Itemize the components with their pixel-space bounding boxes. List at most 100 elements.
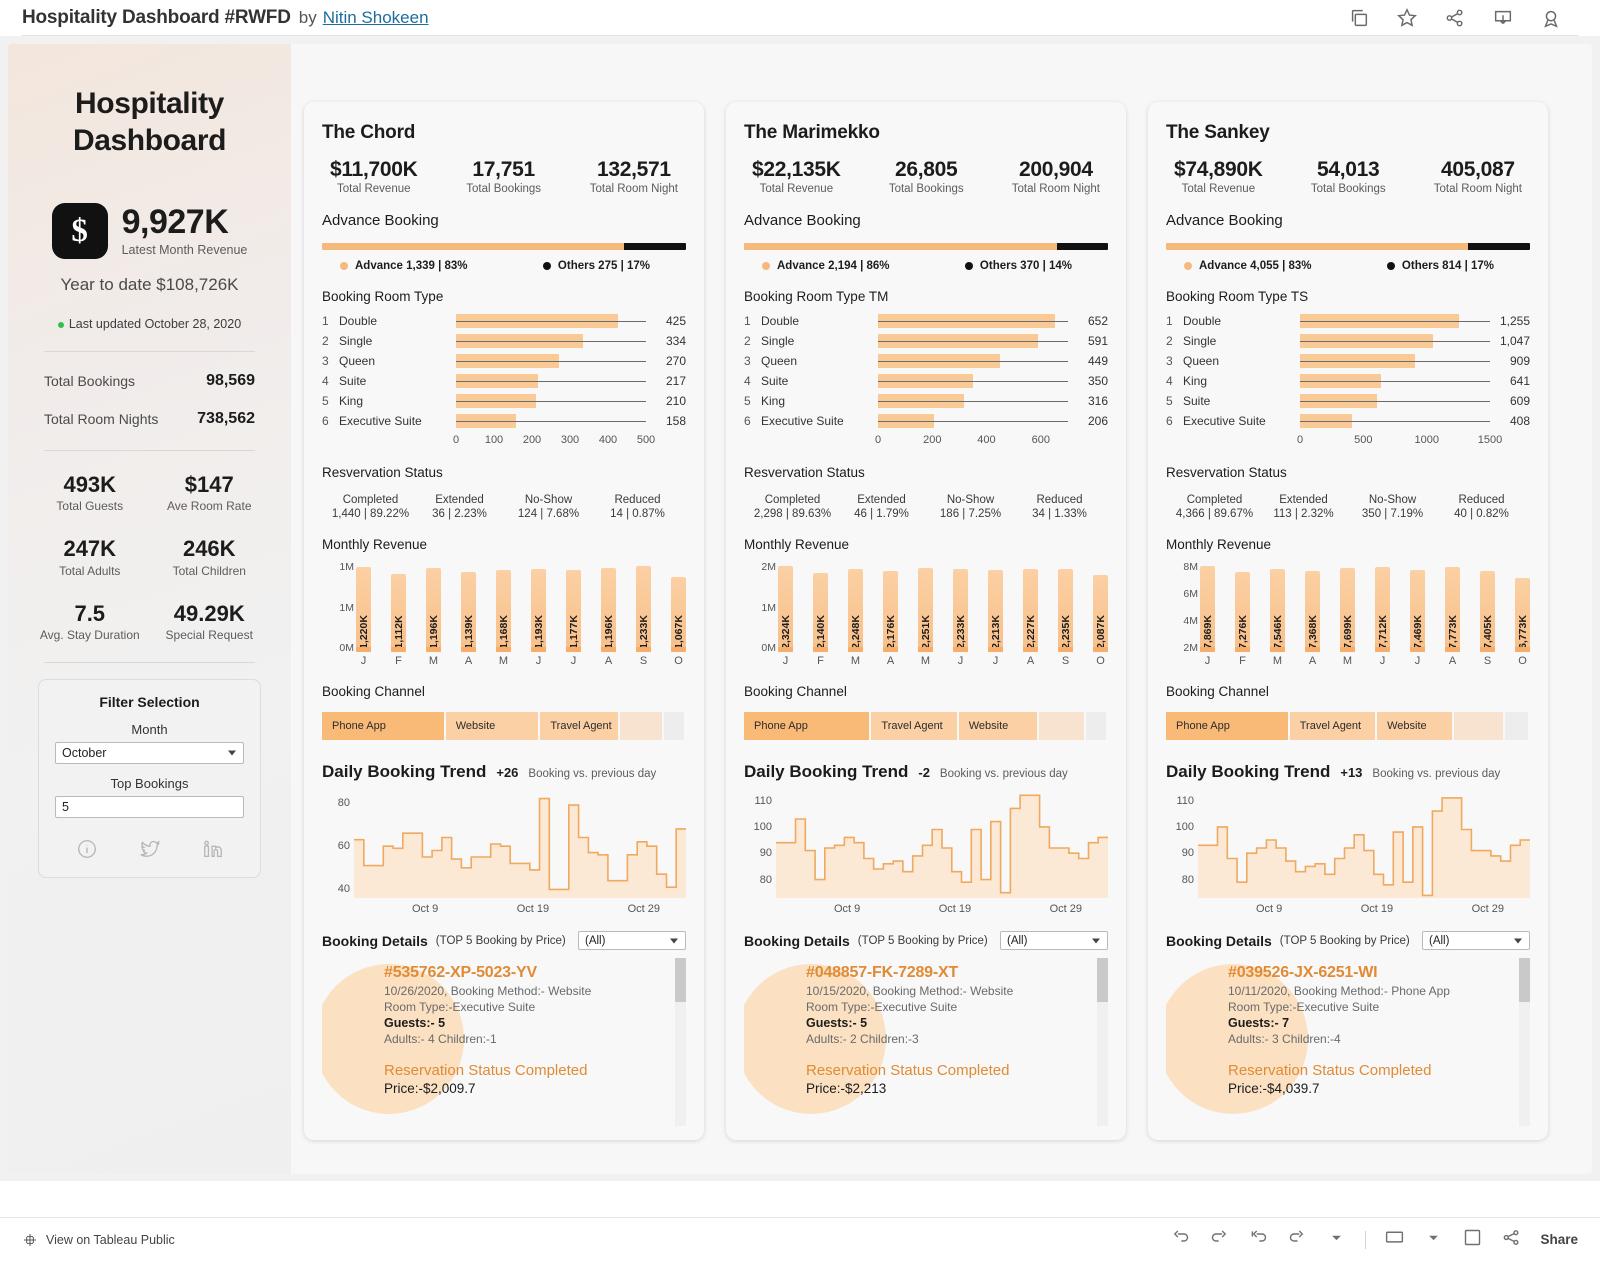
refresh-icon[interactable]: [1287, 1227, 1308, 1253]
rail-tile: 247K Total Adults: [30, 537, 150, 578]
advance-legend-dot-icon: [1184, 262, 1192, 270]
status-dot-icon: [57, 321, 64, 328]
room-type-row: 6 Executive Suite 158: [322, 411, 686, 431]
room-type-bar-track: [456, 371, 646, 391]
rail-row-total-room-nights: Total Room Nights 738,562: [30, 410, 269, 428]
device-icon[interactable]: [1384, 1227, 1405, 1253]
trend-axis-tick: 110: [754, 794, 772, 807]
reservation-status-cell: No-Show 124 | 7.68%: [504, 494, 593, 520]
booking-details-filter-select[interactable]: (All): [1000, 931, 1108, 950]
scrollbar-thumb[interactable]: [1519, 958, 1530, 1002]
booking-detail-card: #535762-XP-5023-YV 10/26/2020, Booking M…: [322, 958, 686, 1096]
panel-kpi-value: $11,700K: [330, 158, 418, 181]
panel-kpi-value: 405,087: [1440, 158, 1515, 181]
download-icon[interactable]: [1492, 7, 1514, 29]
monthly-revenue-bar: 7,869K: [1200, 565, 1215, 653]
view-on-tableau-public[interactable]: View on Tableau Public: [22, 1232, 175, 1248]
filter-selection-card: Filter Selection Month October Top Booki…: [38, 678, 261, 878]
monthly-revenue-column: 1,196K: [426, 564, 441, 652]
reservation-status-cell: No-Show 350 | 7.19%: [1348, 494, 1437, 520]
monthly-revenue-label: 7,405K: [1481, 615, 1494, 649]
booking-status: Reservation Status Completed: [806, 1062, 1010, 1079]
monthly-revenue-bar: 6,773K: [1515, 577, 1530, 653]
twitter-icon[interactable]: [139, 838, 161, 865]
award-icon[interactable]: [1540, 7, 1562, 29]
room-type-bar-line: [456, 360, 559, 362]
panel-kpi-label: Total Room Night: [589, 183, 678, 195]
booking-channel-segment[interactable]: Website: [958, 712, 1039, 740]
fullscreen-icon[interactable]: [1462, 1227, 1483, 1253]
trend-x-label: Oct 19: [938, 903, 972, 915]
trend-axis-tick: 100: [753, 820, 772, 833]
panel-kpi-value: 200,904: [1018, 158, 1093, 181]
booking-channel-segment[interactable]: [1453, 712, 1505, 740]
daily-booking-trend-title: Daily Booking Trend: [1166, 762, 1331, 781]
booking-channel-segment[interactable]: [620, 712, 665, 740]
daily-booking-trend-header: Daily Booking Trend +26 Booking vs. prev…: [322, 762, 686, 782]
reservation-status-grid: Completed 2,298 | 89.63% Extended 46 | 1…: [744, 494, 1108, 520]
info-icon[interactable]: [76, 838, 98, 865]
month-filter-select[interactable]: October: [55, 741, 244, 764]
room-type-axis-tick: 300: [560, 434, 580, 446]
scrollbar-thumb[interactable]: [675, 958, 686, 1002]
booking-channel-segment[interactable]: [664, 712, 686, 740]
trend-x-label: Oct 9: [834, 903, 861, 915]
linkedin-icon[interactable]: [202, 838, 224, 865]
booking-channel-segment[interactable]: Travel Agent: [540, 712, 621, 740]
device-caret-icon[interactable]: [1423, 1227, 1444, 1253]
star-icon[interactable]: [1396, 7, 1418, 29]
monthly-revenue-label: 7,546K: [1271, 615, 1284, 649]
revert-icon[interactable]: [1248, 1227, 1269, 1253]
redo-icon[interactable]: [1209, 1227, 1230, 1253]
room-type-row: 5 King 316: [744, 391, 1108, 411]
panel-kpi: 200,904 Total Room Night: [1012, 158, 1100, 195]
booking-channel-segment[interactable]: Phone App: [1166, 712, 1290, 740]
monthly-revenue-bar: 7,276K: [1235, 572, 1250, 652]
booking-channel-segment[interactable]: Travel Agent: [1289, 712, 1378, 740]
monthly-revenue-column: 1,168K: [496, 564, 511, 652]
rail-heading: Hospitality Dashboard: [72, 87, 227, 157]
booking-channel-segment[interactable]: Website: [1377, 712, 1454, 740]
booking-details-scrollbar[interactable]: [1519, 958, 1530, 1126]
trend-x-label: Oct 19: [516, 903, 550, 915]
room-type-bar-track: [456, 411, 646, 431]
booking-id[interactable]: #535762-XP-5023-YV: [384, 964, 686, 982]
room-type-heading: Booking Room Type: [322, 289, 444, 304]
trend-y-axis: 110 100 90 80: [1166, 790, 1196, 898]
booking-details-filter-select[interactable]: (All): [1422, 931, 1530, 950]
booking-channel-segment[interactable]: [1504, 712, 1530, 740]
monthly-revenue-column: 2,248K: [848, 564, 863, 653]
booking-details-scrollbar[interactable]: [675, 958, 686, 1126]
booking-details-scrollbar[interactable]: [1097, 958, 1108, 1126]
share-icon[interactable]: [1501, 1227, 1522, 1253]
scrollbar-thumb[interactable]: [1097, 958, 1108, 1002]
rail-row-total-bookings: Total Bookings 98,569: [30, 372, 269, 390]
monthly-month-label: O: [1096, 655, 1105, 667]
copy-icon[interactable]: [1348, 7, 1370, 29]
author-link[interactable]: Nitin Shokeen: [323, 8, 429, 28]
room-type-rank: 6: [322, 414, 329, 428]
undo-icon[interactable]: [1170, 1227, 1191, 1253]
room-type-axis-tick: 1000: [1414, 434, 1439, 446]
booking-id[interactable]: #048857-FK-7289-XT: [806, 964, 1108, 982]
booking-channel-segment[interactable]: Website: [445, 712, 541, 740]
booking-channel-bar: Phone App Travel Agent Website: [1166, 712, 1530, 740]
monthly-axis-tick: 1M: [339, 560, 354, 573]
dropdown-caret-icon[interactable]: [1326, 1227, 1347, 1253]
reservation-status-value: 46 | 1.79%: [854, 508, 909, 520]
booking-channel-segment[interactable]: [1086, 712, 1108, 740]
booking-id[interactable]: #039526-JX-6251-WI: [1228, 964, 1530, 982]
booking-channel-segment[interactable]: Phone App: [322, 712, 446, 740]
booking-channel-bar: Phone App Website Travel Agent: [322, 712, 686, 740]
top-bookings-input[interactable]: 5: [55, 795, 244, 818]
booking-details-filter-select[interactable]: (All): [578, 931, 686, 950]
booking-channel-segment[interactable]: [1038, 712, 1087, 740]
monthly-month-label: J: [535, 655, 542, 667]
booking-channel-segment[interactable]: Travel Agent: [871, 712, 959, 740]
booking-channel-segment[interactable]: Phone App: [744, 712, 872, 740]
filter-title: Filter Selection: [99, 693, 200, 710]
advance-booking-heading: Advance Booking: [744, 212, 861, 229]
reservation-status-heading: Resvervation Status: [322, 465, 443, 480]
share-icon[interactable]: [1444, 7, 1466, 29]
room-type-rank: 4: [322, 374, 329, 388]
